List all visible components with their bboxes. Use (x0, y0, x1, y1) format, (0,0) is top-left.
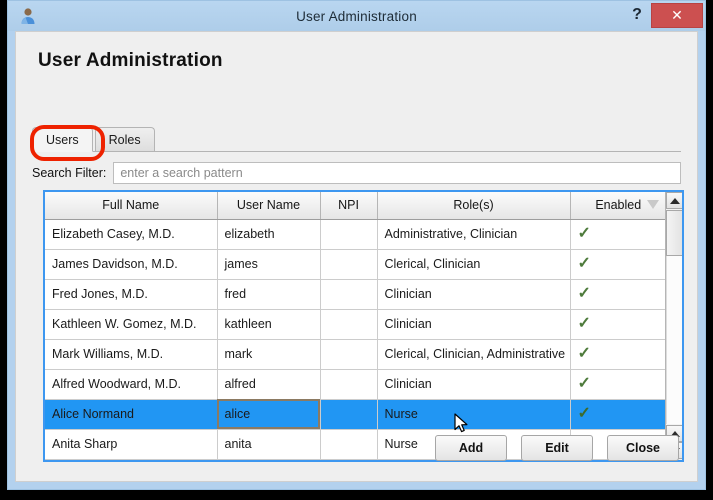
users-table-body: Elizabeth Casey, M.D. elizabeth Administra… (45, 219, 666, 460)
chevron-up-icon (669, 197, 680, 204)
content-panel: User Administration Users Roles Search F… (15, 31, 698, 482)
users-table: Full Name User Name NPI Role(s) Enabled … (45, 192, 666, 460)
page-title: User Administration (38, 50, 223, 71)
cell-full-name[interactable]: Alfred Woodward, M.D. (45, 369, 218, 400)
edit-button[interactable]: Edit (521, 435, 593, 461)
cell-full-name[interactable]: Kathleen W. Gomez, M.D. (45, 309, 218, 340)
tab-users[interactable]: Users (32, 127, 93, 152)
tab-strip: Users Roles (32, 127, 681, 152)
cell-roles[interactable]: Administrative, Clinician (377, 219, 571, 250)
enabled-check-icon: ✓ (577, 315, 591, 332)
cell-npi[interactable] (320, 219, 378, 250)
cell-user-name[interactable]: alice (217, 399, 321, 430)
cell-npi[interactable] (320, 339, 378, 370)
search-filter-row: Search Filter: (32, 162, 681, 184)
cell-full-name[interactable]: Anita Sharp (45, 429, 218, 460)
cell-roles[interactable]: Clinician (377, 309, 571, 340)
close-window-button[interactable]: ✕ (651, 3, 703, 28)
table-row[interactable]: James Davidson, M.D. james Clerical, Clini… (45, 249, 666, 280)
title-bar: User Administration ? ✕ (8, 1, 705, 31)
cell-enabled[interactable]: ✓ (570, 369, 666, 400)
table-row[interactable]: Mark Williams, M.D. mark Clerical, Clinici… (45, 339, 666, 370)
cell-user-name[interactable]: kathleen (217, 309, 321, 340)
cell-user-name[interactable]: james (217, 249, 321, 280)
cell-full-name[interactable]: Alice Normand (45, 399, 218, 430)
cell-roles[interactable]: Clinician (377, 279, 571, 310)
search-filter-label: Search Filter: (32, 166, 107, 180)
window-title: User Administration (296, 8, 417, 24)
tab-roles[interactable]: Roles (94, 127, 155, 151)
column-header-enabled-label: Enabled (595, 198, 642, 213)
cell-full-name[interactable]: James Davidson, M.D. (45, 249, 218, 280)
cell-npi[interactable] (320, 249, 378, 280)
cell-enabled[interactable]: ✓ (570, 279, 666, 310)
cell-roles[interactable]: Clinician (377, 369, 571, 400)
users-table-container: Full Name User Name NPI Role(s) Enabled … (43, 190, 684, 462)
add-button[interactable]: Add (435, 435, 507, 461)
column-header-npi[interactable]: NPI (320, 192, 378, 220)
user-icon (18, 6, 38, 26)
cell-roles[interactable]: Clerical, Clinician (377, 249, 571, 280)
table-row[interactable]: Alice Normand alice Nurse ✓ (45, 399, 666, 430)
cell-user-name[interactable]: elizabeth (217, 219, 321, 250)
cell-npi[interactable] (320, 369, 378, 400)
enabled-check-icon: ✓ (577, 225, 591, 242)
column-header-full-name[interactable]: Full Name (45, 192, 218, 220)
dialog-button-bar: Add Edit Close (435, 435, 679, 461)
cell-roles[interactable]: Clerical, Clinician, Administrative (377, 339, 571, 370)
cell-npi[interactable] (320, 279, 378, 310)
cell-roles[interactable]: Nurse (377, 399, 571, 430)
table-row[interactable]: Fred Jones, M.D. fred Clinician ✓ (45, 279, 666, 310)
table-row[interactable]: Alfred Woodward, M.D. alfred Clinician ✓ (45, 369, 666, 400)
enabled-check-icon: ✓ (577, 405, 591, 422)
user-administration-window: User Administration ? ✕ User Administrat… (7, 0, 706, 490)
cell-full-name[interactable]: Elizabeth Casey, M.D. (45, 219, 218, 250)
cell-user-name[interactable]: fred (217, 279, 321, 310)
enabled-check-icon: ✓ (577, 345, 591, 362)
cell-full-name[interactable]: Mark Williams, M.D. (45, 339, 218, 370)
enabled-check-icon: ✓ (577, 375, 591, 392)
cell-enabled[interactable]: ✓ (570, 219, 666, 250)
sort-descending-icon (647, 200, 659, 209)
vertical-scrollbar[interactable] (665, 192, 682, 460)
help-button[interactable]: ? (625, 3, 649, 27)
column-header-enabled[interactable]: Enabled (570, 192, 666, 220)
enabled-check-icon: ✓ (577, 285, 591, 302)
cell-enabled[interactable]: ✓ (570, 339, 666, 370)
cell-npi[interactable] (320, 429, 378, 460)
table-row[interactable]: Elizabeth Casey, M.D. elizabeth Administra… (45, 219, 666, 250)
scroll-up-button-top[interactable] (666, 192, 682, 209)
cell-npi[interactable] (320, 309, 378, 340)
cell-user-name[interactable]: anita (217, 429, 321, 460)
cell-npi[interactable] (320, 399, 378, 430)
enabled-check-icon: ✓ (577, 255, 591, 272)
table-row[interactable]: Kathleen W. Gomez, M.D. kathleen Clinician… (45, 309, 666, 340)
cell-user-name[interactable]: mark (217, 339, 321, 370)
cell-user-name[interactable]: alfred (217, 369, 321, 400)
cell-enabled[interactable]: ✓ (570, 399, 666, 430)
close-button[interactable]: Close (607, 435, 679, 461)
table-header-row: Full Name User Name NPI Role(s) Enabled (45, 192, 666, 220)
column-header-roles[interactable]: Role(s) (377, 192, 571, 220)
cell-enabled[interactable]: ✓ (570, 309, 666, 340)
scrollbar-thumb[interactable] (666, 210, 682, 256)
scrollbar-track[interactable] (666, 256, 682, 424)
cell-enabled[interactable]: ✓ (570, 249, 666, 280)
column-header-user-name[interactable]: User Name (217, 192, 321, 220)
search-input[interactable] (113, 162, 681, 184)
cell-full-name[interactable]: Fred Jones, M.D. (45, 279, 218, 310)
